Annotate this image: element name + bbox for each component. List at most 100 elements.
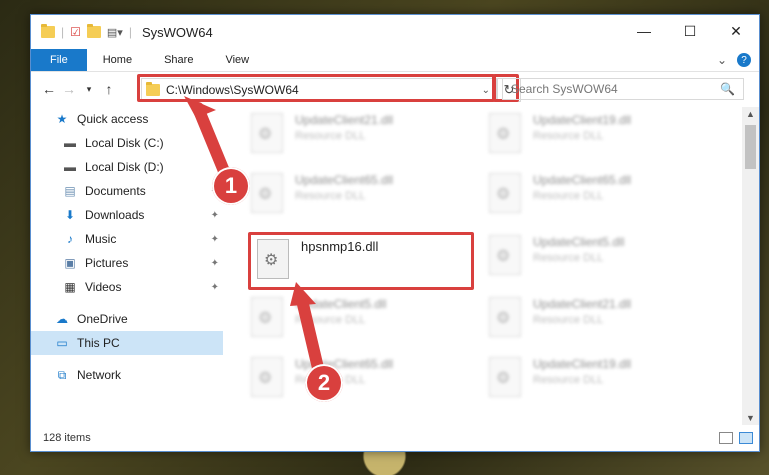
list-item[interactable]: UpdateClient65.dll Resource DLL: [251, 357, 461, 403]
list-item[interactable]: UpdateClient19.dll Resource DLL: [489, 113, 699, 159]
maximize-button[interactable]: ☐: [667, 15, 713, 47]
sidebar-item-label: OneDrive: [77, 312, 128, 326]
list-item[interactable]: UpdateClient21.dll Resource DLL: [489, 297, 699, 343]
file-type: Resource DLL: [295, 314, 366, 326]
sidebar-item-music[interactable]: ♪ Music ✦: [31, 227, 223, 251]
file-name: UpdateClient19.dll: [533, 357, 632, 371]
sidebar-item-label: This PC: [77, 336, 120, 350]
sidebar-item-downloads[interactable]: ⬇ Downloads ✦: [31, 203, 223, 227]
pin-icon[interactable]: ✦: [211, 234, 219, 245]
new-folder-icon[interactable]: [86, 24, 101, 38]
large-icons-view-icon[interactable]: [739, 432, 753, 444]
pin-icon[interactable]: ✦: [211, 258, 219, 269]
file-name: UpdateClient21.dll: [533, 297, 632, 311]
sidebar-item-onedrive[interactable]: ☁ OneDrive: [31, 307, 223, 331]
vertical-scrollbar[interactable]: ▲ ▼: [742, 107, 759, 425]
file-type: Resource DLL: [533, 252, 604, 264]
sidebar-item-pictures[interactable]: ▣ Pictures ✦: [31, 251, 223, 275]
file-type: Resource DLL: [533, 190, 604, 202]
dll-file-icon: [251, 113, 283, 153]
tab-home[interactable]: Home: [87, 49, 148, 71]
folder-icon[interactable]: [41, 24, 55, 38]
file-type: Resource DLL: [533, 314, 604, 326]
recent-locations-chevron-icon[interactable]: ▾: [79, 84, 99, 95]
dll-file-icon: [251, 173, 283, 213]
file-name: UpdateClient5.dll: [533, 235, 625, 249]
title-bar: | ☑ ▤▾ | SysWOW64 — ☐ ✕: [31, 15, 759, 49]
video-icon: ▦: [64, 280, 76, 294]
sidebar-item-label: Downloads: [85, 208, 145, 222]
status-bar: 128 items: [31, 425, 759, 451]
scroll-thumb[interactable]: [745, 125, 756, 169]
list-item[interactable]: UpdateClient19.dll Resource DLL: [489, 357, 699, 403]
drive-icon: ▬: [64, 136, 76, 150]
view-switcher: [719, 432, 753, 444]
close-button[interactable]: ✕: [713, 15, 759, 47]
expand-ribbon-icon[interactable]: ⌄: [717, 53, 727, 67]
dll-file-icon: [251, 357, 283, 397]
sidebar-item-this-pc[interactable]: ▭ This PC: [31, 331, 223, 355]
dll-file-icon: [489, 235, 521, 275]
properties-icon[interactable]: ☑: [70, 25, 81, 39]
tab-share[interactable]: Share: [148, 49, 209, 71]
sidebar-item-local-disk-c[interactable]: ▬ Local Disk (C:): [31, 131, 223, 155]
documents-icon: ▤: [64, 184, 76, 198]
search-placeholder: Search SysWOW64: [511, 82, 618, 96]
sidebar-item-local-disk-d[interactable]: ▬ Local Disk (D:): [31, 155, 223, 179]
search-input[interactable]: Search SysWOW64 🔍: [502, 78, 744, 100]
sidebar-item-label: Network: [77, 368, 122, 382]
file-highlight-box: [248, 232, 474, 290]
separator: |: [61, 25, 65, 39]
scroll-up-icon[interactable]: ▲: [742, 109, 759, 119]
item-count: 128 items: [43, 432, 91, 444]
dll-file-icon: [489, 357, 521, 397]
scroll-down-icon[interactable]: ▼: [742, 413, 759, 423]
list-item[interactable]: UpdateClient65.dll Resource DLL: [251, 173, 461, 219]
separator: |: [128, 25, 132, 39]
sidebar-item-label: Quick access: [77, 112, 149, 126]
customize-toolbar-icon[interactable]: ▤▾: [107, 26, 123, 39]
quick-access-toolbar: | ☑ ▤▾ |: [31, 24, 132, 39]
sidebar-item-label: Local Disk (C:): [85, 136, 164, 150]
star-icon: ★: [56, 112, 68, 126]
file-name: UpdateClient19.dll: [533, 113, 632, 127]
computer-icon: ▭: [56, 336, 68, 350]
minimize-button[interactable]: —: [621, 15, 667, 47]
forward-arrow-icon[interactable]: →: [59, 81, 79, 97]
sidebar-item-quick-access[interactable]: ★ Quick access: [31, 107, 223, 131]
pin-icon[interactable]: ✦: [211, 282, 219, 293]
ribbon-right: ⌄ ?: [717, 49, 759, 71]
details-view-icon[interactable]: [719, 432, 733, 444]
sidebar-item-label: Pictures: [85, 256, 129, 270]
download-icon: ⬇: [64, 208, 76, 222]
file-name: UpdateClient21.dll: [295, 113, 394, 127]
sidebar-item-documents[interactable]: ▤ Documents ✦: [31, 179, 223, 203]
step-2-badge: 2: [305, 364, 343, 402]
back-arrow-icon[interactable]: ←: [39, 81, 59, 97]
navigation-bar: ← → ▾ ↑ C:\Windows\SysWOW64 ⌄ ↻ Search S…: [31, 72, 759, 106]
tab-file[interactable]: File: [31, 49, 87, 71]
pin-icon[interactable]: ✦: [211, 210, 219, 221]
pictures-icon: ▣: [64, 256, 76, 270]
window-title: SysWOW64: [141, 24, 213, 40]
help-icon[interactable]: ?: [737, 53, 751, 67]
sidebar-item-network[interactable]: ⧉ Network: [31, 363, 223, 387]
file-name: UpdateClient5.dll: [295, 297, 387, 311]
sidebar-item-videos[interactable]: ▦ Videos ✦: [31, 275, 223, 299]
up-arrow-icon[interactable]: ↑: [99, 81, 119, 97]
music-icon: ♪: [67, 232, 73, 246]
ribbon-tabs: File Home Share View ⌄ ?: [31, 49, 759, 72]
search-icon[interactable]: 🔍: [720, 82, 735, 96]
address-highlight-box: [137, 74, 495, 102]
dll-file-icon: [489, 173, 521, 213]
list-item[interactable]: UpdateClient5.dll Resource DLL: [251, 297, 461, 343]
file-name: UpdateClient65.dll: [295, 173, 394, 187]
list-item[interactable]: UpdateClient5.dll Resource DLL: [489, 235, 699, 281]
tab-view[interactable]: View: [209, 49, 265, 71]
list-item[interactable]: UpdateClient21.dll Resource DLL: [251, 113, 461, 159]
list-item[interactable]: UpdateClient65.dll Resource DLL: [489, 173, 699, 219]
dll-file-icon: [489, 297, 521, 337]
file-type: Resource DLL: [295, 130, 366, 142]
file-name: UpdateClient65.dll: [533, 173, 632, 187]
